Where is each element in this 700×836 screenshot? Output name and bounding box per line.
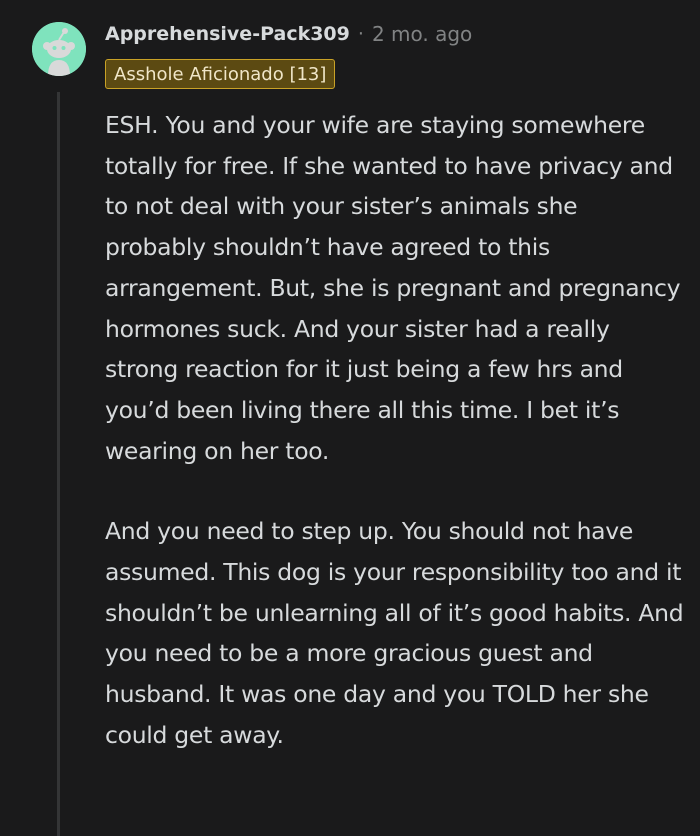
username-link[interactable]: Apprehensive-Pack309 xyxy=(105,23,350,45)
snoo-icon xyxy=(32,22,86,76)
user-flair-badge: Asshole Aficionado [13] xyxy=(105,59,336,89)
comment-timestamp[interactable]: 2 mo. ago xyxy=(372,22,472,46)
comment-paragraph: ESH. You and your wife are staying somew… xyxy=(105,111,681,465)
meta-separator: · xyxy=(357,23,364,45)
comment: Apprehensive-Pack309 · 2 mo. ago Asshole… xyxy=(0,0,700,836)
comment-body: ESH. You and your wife are staying somew… xyxy=(105,105,685,756)
comment-meta: Apprehensive-Pack309 · 2 mo. ago xyxy=(105,18,472,50)
comment-paragraph: And you need to step up. You should not … xyxy=(105,517,684,749)
thread-line[interactable] xyxy=(57,92,60,836)
user-avatar-icon[interactable] xyxy=(32,22,86,76)
